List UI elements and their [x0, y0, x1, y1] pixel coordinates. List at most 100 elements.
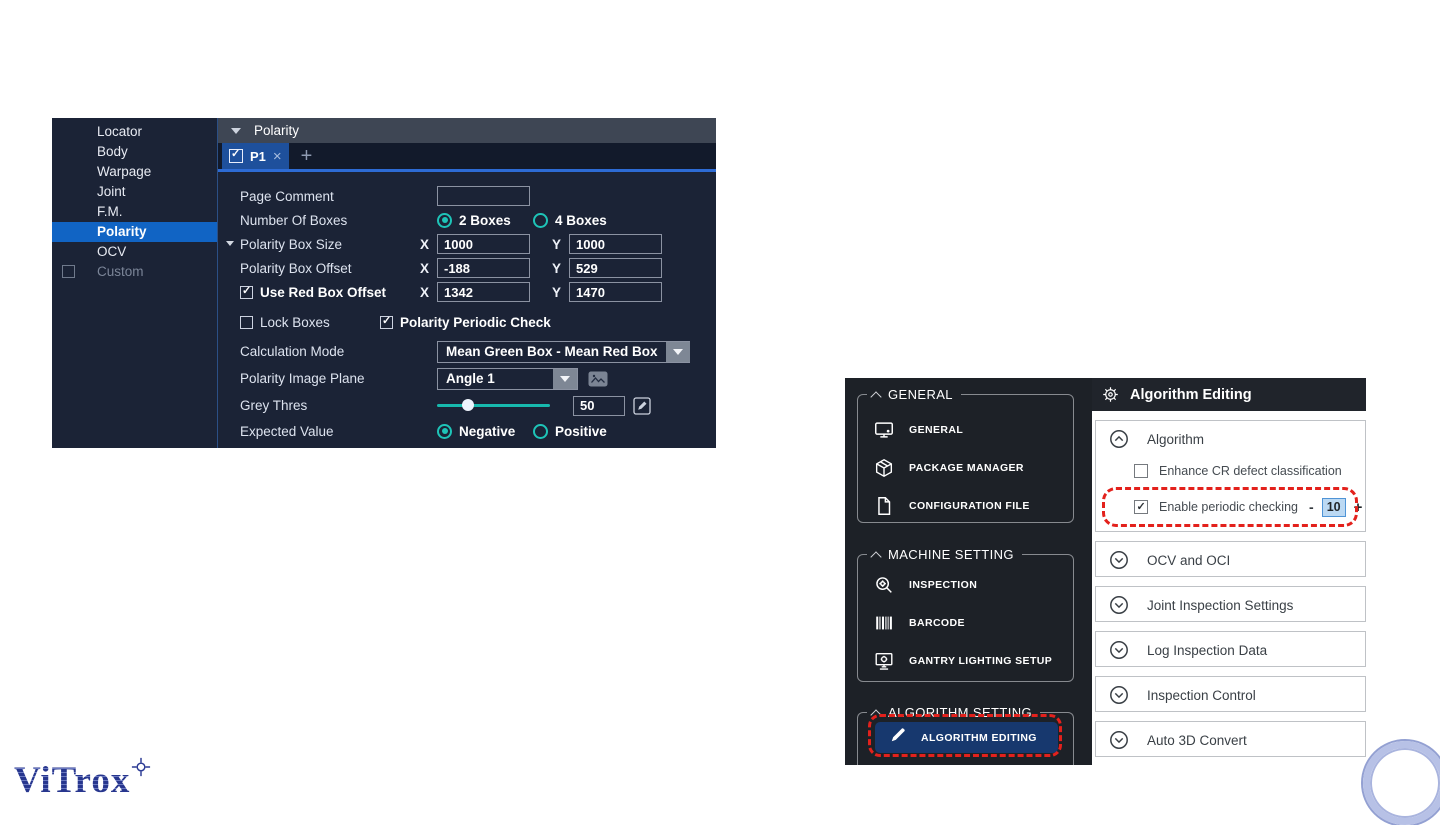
chevron-up-circle-icon[interactable]	[1109, 429, 1129, 449]
box-size-label: Polarity Box Size	[240, 236, 343, 252]
sidebar-item-polarity[interactable]: Polarity	[52, 222, 217, 242]
chevron-up-icon	[870, 390, 882, 403]
radio-icon[interactable]	[437, 212, 452, 228]
chevron-down-icon[interactable]	[553, 368, 577, 389]
radio-icon[interactable]	[533, 212, 548, 228]
settings-sidebar: GENERAL GENERAL PACKAGE MANAGER CONFIGUR…	[845, 378, 1092, 765]
box-size-y-input[interactable]	[569, 234, 662, 254]
section-header[interactable]: Joint Inspection Settings	[1096, 587, 1365, 623]
collapse-triangle-icon	[231, 127, 241, 134]
sidebar-item-custom[interactable]: Custom	[52, 262, 217, 282]
tab-p1[interactable]: P1 ×	[222, 143, 289, 169]
page-comment-row: Page Comment	[240, 184, 716, 208]
sidebar-item-warpage[interactable]: Warpage	[52, 162, 217, 182]
enable-periodic-checkbox[interactable]	[1134, 500, 1148, 514]
sidebar-item-fm[interactable]: F.M.	[52, 202, 217, 222]
grey-thres-slider[interactable]	[437, 399, 550, 411]
radio-negative[interactable]: Negative	[437, 423, 533, 439]
section-label: OCV and OCI	[1147, 552, 1231, 568]
radio-4-boxes[interactable]: 4 Boxes	[533, 212, 629, 228]
dropdown-value: Mean Green Box - Mean Red Box	[446, 344, 658, 359]
enhance-cr-checkbox[interactable]	[1134, 464, 1148, 478]
sidebar-item-locator[interactable]: Locator	[52, 122, 217, 142]
sidebar-item-gantry-lighting-setup[interactable]: GANTRY LIGHTING SETUP	[872, 642, 1073, 680]
sidebar-item-barcode[interactable]: BARCODE	[872, 604, 1073, 642]
polarity-tab-bar: P1 × +	[218, 143, 716, 172]
periodic-check-checkbox[interactable]	[380, 315, 393, 329]
number-of-boxes-row: Number Of Boxes 2 Boxes 4 Boxes	[240, 208, 716, 232]
red-box-x-input[interactable]	[437, 282, 530, 302]
algorithm-editing-header: Algorithm Editing	[1092, 378, 1366, 411]
sidebar-item-algorithm-editing[interactable]: ALGORITHM EDITING	[875, 722, 1058, 753]
slider-thumb[interactable]	[461, 399, 474, 411]
red-box-y-input[interactable]	[569, 282, 662, 302]
sidebar-item-ocv[interactable]: OCV	[52, 242, 217, 262]
red-box-offset-checkbox[interactable]	[240, 285, 253, 299]
section-header[interactable]: Log Inspection Data	[1096, 632, 1365, 668]
radio-label: Negative	[459, 423, 516, 439]
sidebar-item-inspection[interactable]: INSPECTION	[872, 566, 1073, 604]
page-comment-input[interactable]	[437, 186, 530, 206]
section-header[interactable]: OCV and OCI	[1096, 542, 1365, 578]
periodic-check-group: Polarity Periodic Check	[380, 315, 551, 330]
box-size-x-input[interactable]	[437, 234, 530, 254]
group-machine-setting: MACHINE SETTING INSPECTION BARCODE GANTR…	[857, 546, 1074, 682]
group-machine-setting-legend[interactable]: MACHINE SETTING	[867, 546, 1022, 563]
chevron-down-circle-icon[interactable]	[1109, 595, 1129, 615]
polarity-section-header[interactable]: Polarity	[218, 118, 716, 143]
chevron-down-circle-icon[interactable]	[1109, 685, 1129, 705]
radio-2-boxes[interactable]: 2 Boxes	[437, 212, 533, 228]
expected-value-row: Expected Value Negative Positive	[240, 419, 716, 443]
section-header[interactable]: Auto 3D Convert	[1096, 722, 1365, 758]
radio-label: Positive	[555, 423, 607, 439]
group-algorithm-setting-legend[interactable]: ALGORITHM SETTING	[867, 704, 1041, 721]
calculation-mode-dropdown[interactable]: Mean Green Box - Mean Red Box	[437, 340, 690, 363]
sidebar-item-configuration-file[interactable]: CONFIGURATION FILE	[872, 487, 1073, 525]
gear-icon	[1101, 385, 1120, 404]
radio-positive[interactable]: Positive	[533, 423, 629, 439]
lock-boxes-checkbox[interactable]	[240, 315, 253, 329]
radio-icon[interactable]	[437, 423, 452, 439]
sidebar-item-general[interactable]: GENERAL	[872, 411, 1073, 449]
chevron-down-circle-icon[interactable]	[1109, 640, 1129, 660]
edit-icon[interactable]	[633, 396, 651, 415]
section-header[interactable]: Inspection Control	[1096, 677, 1365, 713]
sidebar-item-body[interactable]: Body	[52, 142, 217, 162]
add-tab-button[interactable]: +	[301, 146, 313, 166]
stepper-plus-button[interactable]: +	[1354, 499, 1363, 516]
radio-icon[interactable]	[533, 423, 548, 439]
expander-triangle-icon[interactable]	[226, 241, 234, 246]
section-title: Polarity	[254, 123, 300, 138]
stepper-value[interactable]: 10	[1321, 497, 1346, 517]
calculation-mode-row: Calculation Mode Mean Green Box - Mean R…	[240, 338, 716, 365]
group-general-legend[interactable]: GENERAL	[867, 386, 961, 403]
box-offset-y-input[interactable]	[569, 258, 662, 278]
stepper-minus-button[interactable]: -	[1309, 499, 1314, 515]
chevron-up-icon	[870, 708, 882, 721]
chevron-down-icon[interactable]	[665, 341, 690, 362]
group-label: MACHINE SETTING	[888, 547, 1014, 562]
image-plane-dropdown[interactable]: Angle 1	[437, 367, 578, 390]
vitrox-logo: ViTrox	[14, 757, 151, 801]
grey-thres-label: Grey Thres	[240, 398, 308, 413]
sidebar-item-label: INSPECTION	[909, 579, 978, 591]
sidebar-item-joint[interactable]: Joint	[52, 182, 217, 202]
image-icon[interactable]	[588, 371, 608, 387]
barcode-icon	[872, 611, 896, 635]
section-algorithm-header[interactable]: Algorithm	[1096, 421, 1365, 457]
red-box-offset-label: Use Red Box Offset	[260, 284, 387, 300]
custom-checkbox[interactable]	[62, 265, 75, 278]
close-icon[interactable]: ×	[273, 149, 282, 164]
checkbox-label: Enable periodic checking	[1159, 500, 1298, 514]
crosshair-icon	[131, 757, 151, 782]
tab-p1-checkbox[interactable]	[229, 148, 243, 163]
chevron-down-circle-icon[interactable]	[1109, 550, 1129, 570]
number-of-boxes-label: Number Of Boxes	[240, 212, 348, 228]
chevron-down-circle-icon[interactable]	[1109, 730, 1129, 750]
section-inspection-control: Inspection Control	[1095, 676, 1366, 712]
grey-thres-input[interactable]	[573, 395, 625, 416]
sidebar-item-package-manager[interactable]: PACKAGE MANAGER	[872, 449, 1073, 487]
logo-text: ViTrox	[14, 760, 131, 801]
group-items: GENERAL PACKAGE MANAGER CONFIGURATION FI…	[858, 395, 1073, 525]
box-offset-x-input[interactable]	[437, 258, 530, 278]
